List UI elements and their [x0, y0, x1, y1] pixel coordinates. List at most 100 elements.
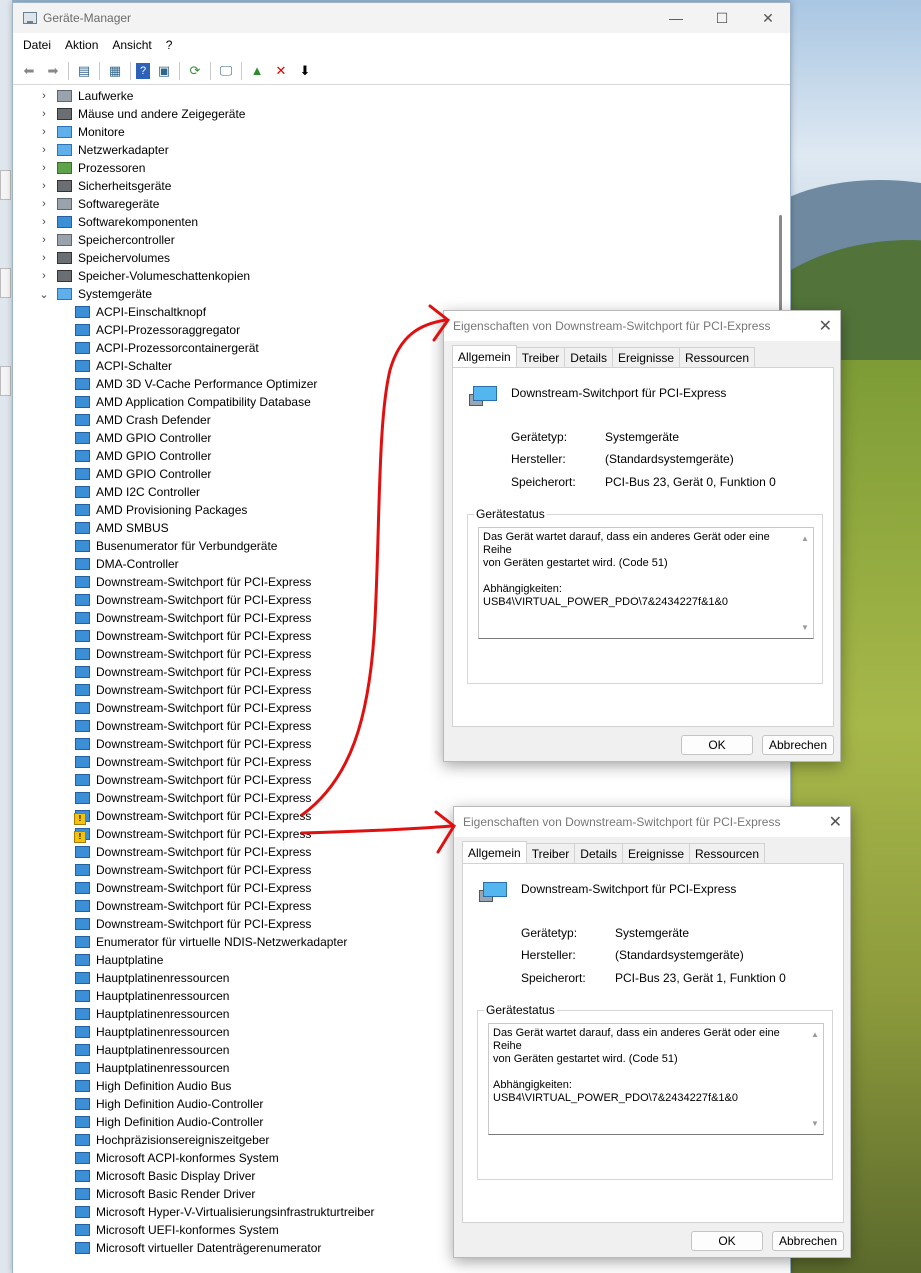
device-icon — [75, 846, 90, 858]
dialog-close-icon[interactable]: ✕ — [819, 316, 832, 336]
chevron-right-icon[interactable]: › — [39, 234, 49, 246]
back-arrow-icon[interactable]: ⬅ — [19, 61, 39, 81]
chevron-down-icon[interactable]: ⌄ — [39, 288, 49, 301]
cancel-button[interactable]: Abbrechen — [762, 735, 834, 755]
tab-details[interactable]: Details — [574, 843, 623, 863]
chevron-right-icon[interactable]: › — [39, 252, 49, 264]
general-tab-panel: Downstream-Switchport für PCI-Express Ge… — [462, 863, 844, 1223]
chevron-right-icon[interactable]: › — [39, 270, 49, 282]
device-icon — [75, 1188, 90, 1200]
device-icon — [75, 612, 90, 624]
scroll-up-icon[interactable]: ▲ — [801, 532, 809, 545]
category-label: Mäuse und andere Zeigegeräte — [78, 107, 246, 121]
desktop-file-icon[interactable] — [0, 170, 11, 200]
scroll-up-icon[interactable]: ▲ — [811, 1028, 819, 1041]
menu-datei[interactable]: Datei — [17, 38, 57, 52]
device-label: Downstream-Switchport für PCI-Express — [96, 917, 312, 931]
status-textbox[interactable]: Das Gerät wartet darauf, dass ein andere… — [478, 527, 814, 639]
chevron-right-icon[interactable]: › — [39, 144, 49, 156]
update-driver-icon[interactable]: ▲ — [247, 61, 267, 81]
status-textbox[interactable]: Das Gerät wartet darauf, dass ein andere… — [488, 1023, 824, 1135]
ok-button[interactable]: OK — [691, 1231, 763, 1251]
category-row[interactable]: › Speichervolumes — [13, 249, 775, 267]
device-label: Downstream-Switchport für PCI-Express — [96, 791, 312, 805]
chevron-right-icon[interactable]: › — [39, 90, 49, 102]
title-bar[interactable]: Geräte-Manager — ☐ ✕ — [13, 3, 790, 33]
category-row[interactable]: › Netzwerkadapter — [13, 141, 775, 159]
tab-treiber[interactable]: Treiber — [515, 347, 566, 367]
scroll-down-icon[interactable]: ▼ — [801, 621, 809, 634]
close-button[interactable]: ✕ — [745, 3, 791, 33]
tab-ressourcen[interactable]: Ressourcen — [689, 843, 766, 863]
dialog-title-bar[interactable]: Eigenschaften von Downstream-Switchport … — [454, 807, 850, 837]
tab-ereignisse[interactable]: Ereignisse — [611, 347, 680, 367]
view-icon[interactable]: ▦ — [105, 61, 125, 81]
tab-allgemein[interactable]: Allgemein — [452, 345, 517, 367]
category-row[interactable]: › Mäuse und andere Zeigegeräte — [13, 105, 775, 123]
category-row[interactable]: › Prozessoren — [13, 159, 775, 177]
device-icon — [75, 1206, 90, 1218]
device-label: Downstream-Switchport für PCI-Express — [96, 629, 312, 643]
category-row[interactable]: › Speichercontroller — [13, 231, 775, 249]
device-icon — [75, 1152, 90, 1164]
tab-allgemein[interactable]: Allgemein — [462, 841, 527, 863]
dialog-tabs: Allgemein Treiber Details Ereignisse Res… — [452, 345, 756, 367]
device-row[interactable]: Downstream-Switchport für PCI-Express — [13, 789, 775, 807]
category-label: Speichercontroller — [78, 233, 175, 247]
menu-aktion[interactable]: Aktion — [59, 38, 104, 52]
desktop-file-icon[interactable] — [0, 366, 11, 396]
device-row[interactable]: Downstream-Switchport für PCI-Express — [13, 771, 775, 789]
device-manager-icon — [23, 12, 37, 24]
dialog-close-icon[interactable]: ✕ — [829, 812, 842, 832]
device-status-group: Gerätestatus Das Gerät wartet darauf, da… — [467, 507, 823, 684]
device-icon — [479, 882, 509, 904]
device-label: Microsoft UEFI-konformes System — [96, 1223, 279, 1237]
forward-arrow-icon[interactable]: ➡ — [43, 61, 63, 81]
dialog-title-bar[interactable]: Eigenschaften von Downstream-Switchport … — [444, 311, 840, 341]
cancel-button[interactable]: Abbrechen — [772, 1231, 844, 1251]
tab-ressourcen[interactable]: Ressourcen — [679, 347, 756, 367]
monitor-icon[interactable]: 🖵 — [216, 61, 236, 81]
scan-icon[interactable]: ⟳ — [185, 61, 205, 81]
chevron-right-icon[interactable]: › — [39, 216, 49, 228]
category-row-systemgeraete[interactable]: ⌄ Systemgeräte — [13, 285, 775, 303]
chevron-right-icon[interactable]: › — [39, 126, 49, 138]
help-icon[interactable]: ? — [136, 62, 150, 79]
device-icon — [75, 720, 90, 732]
category-row[interactable]: › Sicherheitsgeräte — [13, 177, 775, 195]
tab-ereignisse[interactable]: Ereignisse — [621, 843, 690, 863]
menu-help[interactable]: ? — [160, 38, 179, 52]
device-icon — [75, 882, 90, 894]
status-scrollbar[interactable]: ▲ ▼ — [797, 528, 813, 638]
uninstall-icon[interactable]: ✕ — [271, 61, 291, 81]
minimize-button[interactable]: — — [653, 3, 699, 33]
maximize-button[interactable]: ☐ — [699, 3, 745, 33]
tab-details[interactable]: Details — [564, 347, 613, 367]
category-row[interactable]: › Softwarekomponenten — [13, 213, 775, 231]
desktop-file-icon[interactable] — [0, 268, 11, 298]
category-row[interactable]: › Monitore — [13, 123, 775, 141]
ok-button[interactable]: OK — [681, 735, 753, 755]
device-label: Microsoft virtueller Datenträgerenumerat… — [96, 1241, 322, 1255]
category-row[interactable]: › Softwaregeräte — [13, 195, 775, 213]
status-scrollbar[interactable]: ▲ ▼ — [807, 1024, 823, 1134]
device-icon — [75, 558, 90, 570]
device-icon — [75, 666, 90, 678]
device-icon — [75, 432, 90, 444]
tab-treiber[interactable]: Treiber — [525, 843, 576, 863]
scroll-down-icon[interactable]: ▼ — [811, 1117, 819, 1130]
properties-icon[interactable]: ▤ — [74, 61, 94, 81]
disable-icon[interactable]: ⬇ — [295, 61, 315, 81]
device-label: Downstream-Switchport für PCI-Express — [96, 593, 312, 607]
category-row[interactable]: › Speicher-Volumeschattenkopien — [13, 267, 775, 285]
chevron-right-icon[interactable]: › — [39, 108, 49, 120]
prop-value-location: PCI-Bus 23, Gerät 1, Funktion 0 — [615, 971, 786, 985]
chevron-right-icon[interactable]: › — [39, 180, 49, 192]
chevron-right-icon[interactable]: › — [39, 162, 49, 174]
device-label: AMD Application Compatibility Database — [96, 395, 311, 409]
chevron-right-icon[interactable]: › — [39, 198, 49, 210]
category-row[interactable]: › Laufwerke — [13, 87, 775, 105]
console-icon[interactable]: ▣ — [154, 61, 174, 81]
device-icon — [75, 900, 90, 912]
menu-ansicht[interactable]: Ansicht — [106, 38, 157, 52]
